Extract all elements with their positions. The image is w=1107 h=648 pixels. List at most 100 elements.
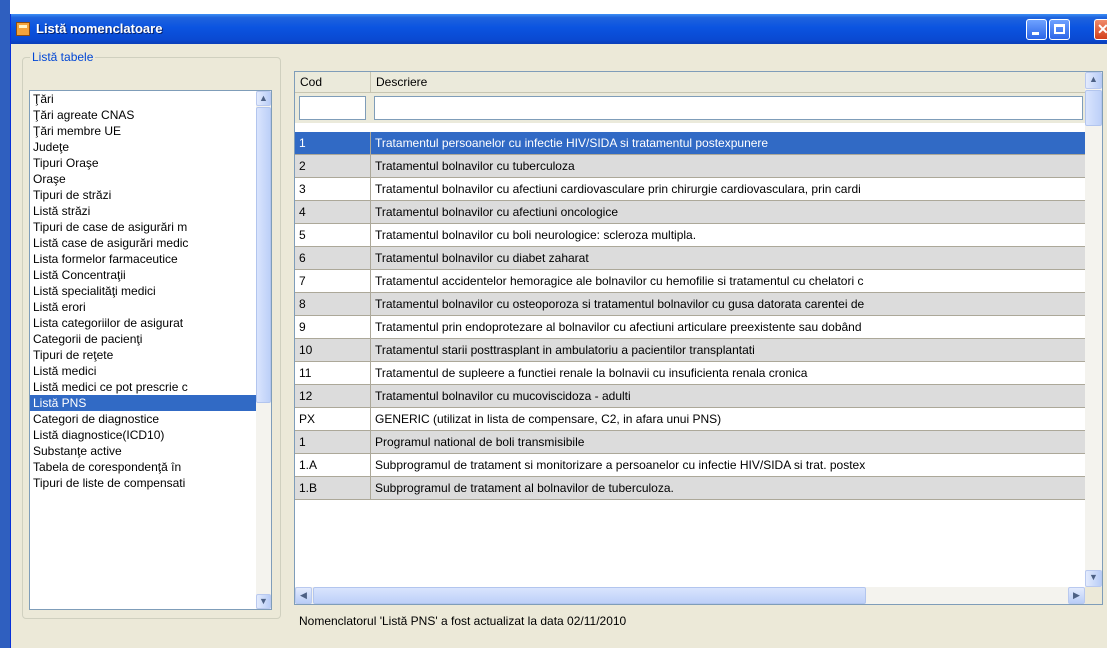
descriere-cell: Tratamentul prin endoprotezare al bolnav… bbox=[375, 320, 862, 334]
descriere-cell: Tratamentul accidentelor hemoragice ale … bbox=[375, 274, 864, 288]
table-row[interactable]: 9 Tratamentul prin endoprotezare al bolna… bbox=[295, 316, 1085, 339]
close-button[interactable]: ✕ bbox=[1094, 19, 1107, 40]
table-list-item[interactable]: Lista categoriilor de asigurat bbox=[30, 315, 258, 331]
descriere-cell: Programul national de boli transmisibile bbox=[375, 435, 585, 449]
arrow-right-icon: ▶ bbox=[1073, 590, 1080, 600]
cod-cell: 5 bbox=[295, 224, 371, 246]
minimize-button[interactable] bbox=[1026, 19, 1047, 40]
arrow-up-icon: ▲ bbox=[259, 93, 268, 103]
table-list-item[interactable]: Categori de diagnostice bbox=[30, 411, 258, 427]
title-bar[interactable]: Listă nomenclatoare ✕ bbox=[11, 14, 1107, 44]
table-list-item[interactable]: Listă case de asigurări medic bbox=[30, 235, 258, 251]
cod-cell: 1 bbox=[295, 431, 371, 453]
table-list-item[interactable]: Listă diagnostice(ICD10) bbox=[30, 427, 258, 443]
data-grid[interactable]: Cod Descriere 1 Tratamentul persoanelor c… bbox=[294, 71, 1103, 605]
table-list-item[interactable]: Ţări bbox=[30, 91, 258, 107]
filter-cod-input[interactable] bbox=[299, 96, 366, 120]
table-list-item[interactable]: Oraşe bbox=[30, 171, 258, 187]
column-header-cod[interactable]: Cod bbox=[295, 72, 371, 92]
cod-cell: 7 bbox=[295, 270, 371, 292]
table-row[interactable]: 1.B Subprogramul de tratament al bolnavil… bbox=[295, 477, 1085, 500]
column-header-descriere[interactable]: Descriere bbox=[371, 72, 1085, 92]
filter-row bbox=[295, 93, 1085, 123]
cod-cell: 1.B bbox=[295, 477, 371, 499]
arrow-down-icon: ▼ bbox=[1089, 572, 1098, 582]
desktop-edge bbox=[0, 0, 10, 648]
maximize-button[interactable] bbox=[1049, 19, 1070, 40]
cod-cell: 6 bbox=[295, 247, 371, 269]
scroll-up-button[interactable]: ▲ bbox=[256, 91, 271, 106]
descriere-cell: Tratamentul bolnavilor cu boli neurologi… bbox=[375, 228, 697, 242]
scroll-down-button[interactable]: ▼ bbox=[256, 594, 271, 609]
table-row[interactable]: 7 Tratamentul accidentelor hemoragice ale… bbox=[295, 270, 1085, 293]
descriere-cell: Tratamentul persoanelor cu infectie HIV/… bbox=[375, 136, 769, 150]
table-list-item[interactable]: Listă erori bbox=[30, 299, 258, 315]
table-row[interactable]: 8 Tratamentul bolnavilor cu osteoporoza s… bbox=[295, 293, 1085, 316]
cod-cell: PX bbox=[295, 408, 371, 430]
descriere-cell: Tratamentul de supleere a functiei renal… bbox=[375, 366, 808, 380]
table-row[interactable]: 1 Programul national de boli transmisibil… bbox=[295, 431, 1085, 454]
cod-cell: 8 bbox=[295, 293, 371, 315]
table-row[interactable]: 5 Tratamentul bolnavilor cu boli neurolog… bbox=[295, 224, 1085, 247]
table-row[interactable]: 1.A Subprogramul de tratament si monitori… bbox=[295, 454, 1085, 477]
table-list-item[interactable]: Listă PNS bbox=[30, 395, 258, 411]
grid-vertical-thumb[interactable] bbox=[1085, 90, 1102, 126]
maximize-icon bbox=[1054, 24, 1065, 34]
grid-scroll-right-button[interactable]: ▶ bbox=[1068, 587, 1085, 604]
filter-descriere-input[interactable] bbox=[374, 96, 1083, 120]
grid-scroll-up-button[interactable]: ▲ bbox=[1085, 72, 1102, 89]
table-list-item[interactable]: Tipuri de case de asigurări m bbox=[30, 219, 258, 235]
table-list-item[interactable]: Tipuri de liste de compensati bbox=[30, 475, 258, 491]
table-row[interactable]: 2 Tratamentul bolnavilor cu tuberculoza bbox=[295, 155, 1085, 178]
tables-listbox[interactable]: Ţări Ţări agreate CNAS Ţări membre UE Judeţ… bbox=[29, 90, 272, 610]
table-list-item[interactable]: Listă specialităţi medici bbox=[30, 283, 258, 299]
grid-scroll-down-button[interactable]: ▼ bbox=[1085, 570, 1102, 587]
table-list-item[interactable]: Lista formelor farmaceutice bbox=[30, 251, 258, 267]
cod-cell: 1 bbox=[295, 132, 371, 154]
descriere-cell: Tratamentul starii posttrasplant in ambu… bbox=[375, 343, 755, 357]
table-list-item[interactable]: Tipuri Oraşe bbox=[30, 155, 258, 171]
listbox-vertical-scrollbar[interactable]: ▲ ▼ bbox=[256, 91, 271, 609]
scrollbar-thumb[interactable] bbox=[256, 107, 271, 403]
minimize-icon bbox=[1032, 32, 1039, 35]
table-row[interactable]: 12 Tratamentul bolnavilor cu mucoviscidoz… bbox=[295, 385, 1085, 408]
cod-cell: 3 bbox=[295, 178, 371, 200]
arrow-up-icon: ▲ bbox=[1089, 74, 1098, 84]
table-list-item[interactable]: Tabela de corespondenţă în bbox=[30, 459, 258, 475]
grid-horizontal-thumb[interactable] bbox=[313, 587, 866, 604]
table-row[interactable]: 1 Tratamentul persoanelor cu infectie HIV… bbox=[295, 132, 1085, 155]
table-row[interactable]: 6 Tratamentul bolnavilor cu diabet zahara… bbox=[295, 247, 1085, 270]
table-list-item[interactable]: Listă Concentraţii bbox=[30, 267, 258, 283]
table-row[interactable]: 10 Tratamentul starii posttrasplant in am… bbox=[295, 339, 1085, 362]
cod-cell: 9 bbox=[295, 316, 371, 338]
table-row[interactable]: 3 Tratamentul bolnavilor cu afectiuni car… bbox=[295, 178, 1085, 201]
table-list-item[interactable]: Ţări agreate CNAS bbox=[30, 107, 258, 123]
table-list-item[interactable]: Listă medici ce pot prescrie c bbox=[30, 379, 258, 395]
scrollbar-corner bbox=[1085, 587, 1102, 604]
cod-cell: 2 bbox=[295, 155, 371, 177]
table-list-item[interactable]: Substanţe active bbox=[30, 443, 258, 459]
window-title: Listă nomenclatoare bbox=[36, 21, 163, 36]
grid-header: Cod Descriere bbox=[295, 72, 1085, 93]
table-list-item[interactable]: Judeţe bbox=[30, 139, 258, 155]
cod-cell: 4 bbox=[295, 201, 371, 223]
table-list-item[interactable]: Ţări membre UE bbox=[30, 123, 258, 139]
table-list-item[interactable]: Tipuri de străzi bbox=[30, 187, 258, 203]
table-row[interactable]: 4 Tratamentul bolnavilor cu afectiuni onc… bbox=[295, 201, 1085, 224]
cod-cell: 10 bbox=[295, 339, 371, 361]
grid-vertical-scrollbar[interactable]: ▲ ▼ bbox=[1085, 72, 1102, 587]
tables-groupbox-legend: Listă tabele bbox=[30, 50, 96, 64]
grid-horizontal-scrollbar[interactable]: ◀ ▶ bbox=[295, 587, 1085, 604]
table-row[interactable]: PX GENERIC (utilizat in lista de compensa… bbox=[295, 408, 1085, 431]
app-icon bbox=[16, 22, 30, 36]
descriere-cell: Tratamentul bolnavilor cu afectiuni card… bbox=[375, 182, 861, 196]
table-list-item[interactable]: Listă străzi bbox=[30, 203, 258, 219]
table-list-item[interactable]: Categorii de pacienţi bbox=[30, 331, 258, 347]
table-row[interactable]: 11 Tratamentul de supleere a functiei ren… bbox=[295, 362, 1085, 385]
tables-list: Ţări Ţări agreate CNAS Ţări membre UE Judeţ… bbox=[30, 91, 258, 491]
table-list-item[interactable]: Tipuri de reţete bbox=[30, 347, 258, 363]
table-list-item[interactable]: Listă medici bbox=[30, 363, 258, 379]
grid-scroll-left-button[interactable]: ◀ bbox=[295, 587, 312, 604]
descriere-cell: Tratamentul bolnavilor cu tuberculoza bbox=[375, 159, 575, 173]
descriere-cell: Subprogramul de tratament al bolnavilor … bbox=[375, 481, 674, 495]
